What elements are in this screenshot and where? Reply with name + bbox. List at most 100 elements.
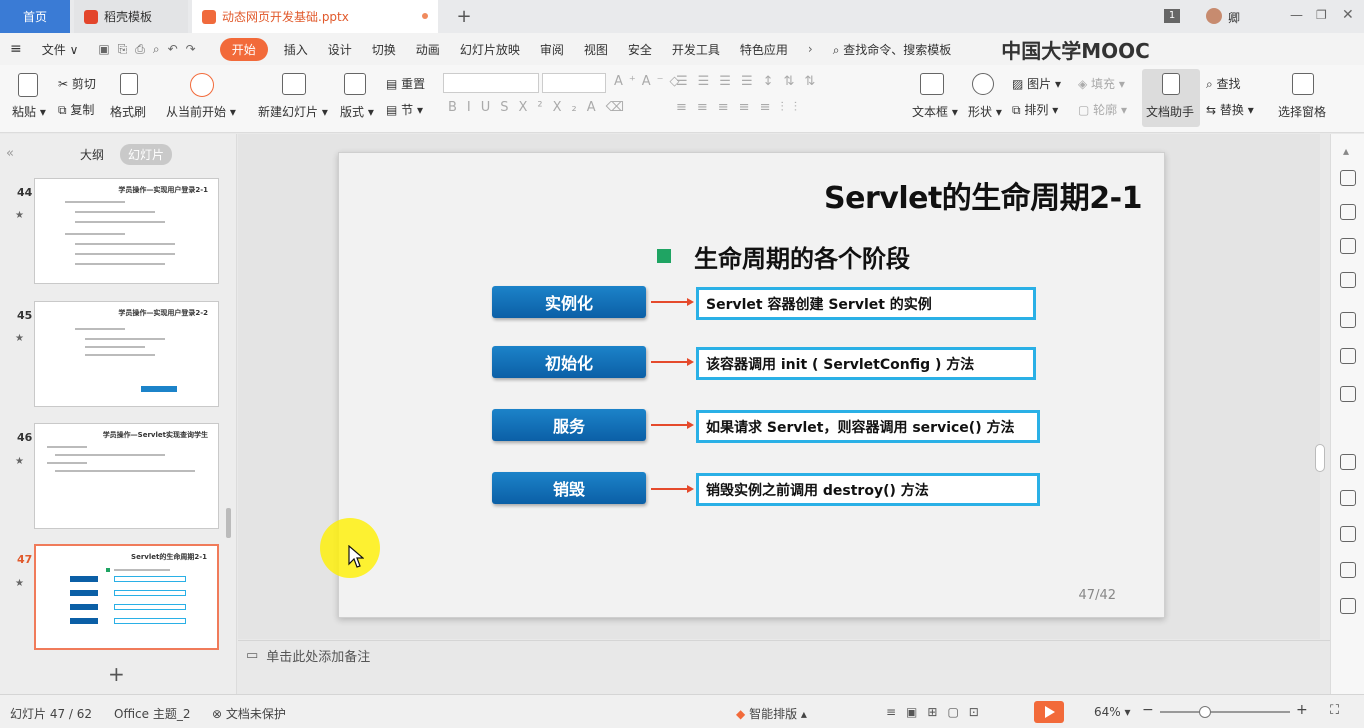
menu-file[interactable]: 文件 ∨ [32, 41, 89, 58]
arrange-button[interactable]: ⧉ 排列 ▾ [1012, 101, 1058, 118]
chart-icon[interactable] [1340, 348, 1356, 364]
hamburger-icon[interactable]: ≡ [0, 41, 32, 57]
text-format-icons[interactable]: BIUSX²X₂A⌫ [448, 100, 634, 115]
video-icon[interactable] [1340, 454, 1356, 470]
collapse-panel-icon[interactable]: « [6, 146, 14, 161]
command-search[interactable]: ⌕ 查找命令、搜索模板 [823, 41, 962, 58]
theme-name[interactable]: Office 主题_2 [114, 705, 190, 722]
new-slide-button[interactable]: 新建幻灯片 ▾ [258, 103, 328, 120]
table-icon[interactable] [1340, 526, 1356, 542]
thumbnail-line [114, 569, 170, 571]
menu-tab-special[interactable]: 特色应用 [730, 41, 798, 58]
protection-label: 文档未保护 [225, 707, 286, 721]
grid-icon[interactable] [1340, 312, 1356, 328]
shape-button[interactable]: 形状 ▾ [968, 103, 1002, 120]
find-label: 查找 [1216, 77, 1241, 91]
notes-pane[interactable]: ▭ 单击此处添加备注 [238, 640, 1330, 670]
zoom-slider[interactable] [1160, 711, 1290, 713]
smart-layout-button[interactable]: ◆ 智能排版 ▴ [736, 705, 807, 722]
outline-button[interactable]: ▢ 轮廓 ▾ [1078, 101, 1127, 118]
slide-thumbnail-44[interactable]: 学员操作—实现用户登录2-1 [34, 178, 219, 284]
status-bar: 幻灯片 47 / 62 Office 主题_2 ⊗ 文档未保护 ◆ 智能排版 ▴… [0, 694, 1364, 728]
new-slide-label: 新建幻灯片 [258, 105, 319, 119]
view-mode-buttons[interactable]: ≡▣⊞▢⊡ [886, 705, 989, 719]
panel-scrollbar[interactable] [226, 508, 231, 538]
zoom-slider-handle[interactable] [1199, 706, 1211, 718]
menu-tab-security[interactable]: 安全 [618, 41, 662, 58]
tab-document[interactable]: 动态网页开发基础.pptx [192, 0, 438, 33]
magic-icon[interactable] [1340, 170, 1356, 186]
tab-templates[interactable]: 稻壳模板 [74, 0, 188, 33]
thumbnail-number: 44 [17, 186, 33, 199]
replace-button[interactable]: ⇆ 替换 ▾ [1206, 101, 1254, 118]
layout-button[interactable]: 版式 ▾ [340, 103, 374, 120]
copy-button[interactable]: ⧉ 复制 [58, 101, 94, 118]
reset-button[interactable]: ▤ 重置 [386, 75, 425, 92]
zoom-in-button[interactable]: + [1296, 702, 1308, 718]
fit-window-icon[interactable]: ⛶ [1330, 703, 1339, 718]
arrow-right-icon [687, 485, 694, 493]
font-grow-shrink-icons[interactable]: A⁺A⁻◇ [614, 74, 686, 89]
menu-tab-transition[interactable]: 切换 [362, 41, 406, 58]
avatar[interactable] [1206, 8, 1222, 24]
menu-tab-view[interactable]: 视图 [574, 41, 618, 58]
paste-button[interactable]: 粘贴 ▾ [12, 103, 46, 120]
selection-pane-button[interactable]: 选择窗格 [1278, 103, 1326, 120]
tab-outline[interactable]: 大纲 [72, 144, 112, 165]
close-button[interactable]: ✕ [1342, 7, 1354, 23]
tab-document-label: 动态网页开发基础.pptx [222, 10, 349, 24]
view-switcher: 大纲 幻灯片 [72, 144, 173, 165]
picture-button[interactable]: ▨ 图片 ▾ [1012, 75, 1061, 92]
collapse-right-icon[interactable]: ▴ [1343, 144, 1349, 158]
tab-slides[interactable]: 幻灯片 [120, 144, 173, 165]
paragraph-list-icons[interactable]: ☰☰☰☰↕⇅⇅ [676, 74, 825, 89]
section-button[interactable]: ▤ 节 ▾ [386, 101, 423, 118]
slide-thumbnail-46[interactable]: 学员操作—Servlet实现查询学生 [34, 423, 219, 529]
quick-access-icons[interactable]: ▣⎘⎙⌕↶↷ [88, 42, 213, 57]
shape-style-icon[interactable] [1340, 238, 1356, 254]
slide[interactable]: Servlet的生命周期2-1 生命周期的各个阶段 实例化 Servlet 容器… [338, 152, 1165, 618]
star-style-icon[interactable] [1340, 272, 1356, 288]
from-current-button[interactable]: 从当前开始 ▾ [166, 103, 236, 120]
format-painter-button[interactable]: 格式刷 [110, 103, 146, 120]
add-slide-button[interactable]: + [108, 662, 125, 686]
window-count-badge[interactable]: 1 [1164, 9, 1180, 23]
textbox-button[interactable]: 文本框 ▾ [912, 103, 958, 120]
menu-tab-start[interactable]: 开始 [219, 37, 268, 61]
maximize-button[interactable]: ❐ [1316, 8, 1327, 22]
menu-tab-developer[interactable]: 开发工具 [662, 41, 730, 58]
stage-description-text: 销毁实例之前调用 destroy() 方法 [706, 482, 929, 499]
slide-thumbnail-47[interactable]: Servlet的生命周期2-1 [34, 544, 219, 650]
paragraph-align-icons[interactable]: ≡≡≡≡≡⫶⫶ [676, 100, 807, 115]
zoom-level[interactable]: 64% ▾ [1094, 705, 1131, 719]
replace-label: 替换 [1219, 103, 1244, 117]
menu-tab-review[interactable]: 审阅 [530, 41, 574, 58]
sync-icon[interactable] [1340, 562, 1356, 578]
protection-status[interactable]: ⊗ 文档未保护 [212, 705, 286, 722]
arrow-right-icon [687, 358, 694, 366]
minimize-button[interactable]: — [1290, 8, 1303, 23]
zoom-out-button[interactable]: − [1142, 702, 1154, 718]
new-tab-button[interactable]: + [452, 0, 476, 33]
doc-assistant-button[interactable]: 文档助手 [1142, 69, 1200, 127]
cut-button[interactable]: ✂ 剪切 [58, 75, 96, 92]
font-size-select[interactable] [542, 73, 606, 93]
stage-description-text: 如果请求 Servlet，则容器调用 service() 方法 [706, 419, 1015, 436]
chevron-right-icon[interactable]: › [798, 42, 823, 56]
font-name-select[interactable] [443, 73, 539, 93]
image-icon[interactable] [1340, 490, 1356, 506]
cut-icon[interactable] [1340, 386, 1356, 402]
tab-home[interactable]: 首页 [0, 0, 70, 33]
fill-button[interactable]: ◈ 填充 ▾ [1078, 75, 1125, 92]
play-slideshow-button[interactable] [1034, 701, 1064, 723]
expand-icon[interactable] [1340, 598, 1356, 614]
vertical-scrollbar[interactable] [1315, 444, 1325, 472]
find-button[interactable]: ⌕ 查找 [1206, 75, 1241, 92]
plus-icon: + [456, 6, 472, 27]
template-icon[interactable] [1340, 204, 1356, 220]
menu-tab-design[interactable]: 设计 [318, 41, 362, 58]
menu-tab-insert[interactable]: 插入 [274, 41, 318, 58]
menu-tab-animation[interactable]: 动画 [406, 41, 450, 58]
menu-tab-slideshow[interactable]: 幻灯片放映 [450, 41, 530, 58]
slide-thumbnail-45[interactable]: 学员操作—实现用户登录2-2 [34, 301, 219, 407]
